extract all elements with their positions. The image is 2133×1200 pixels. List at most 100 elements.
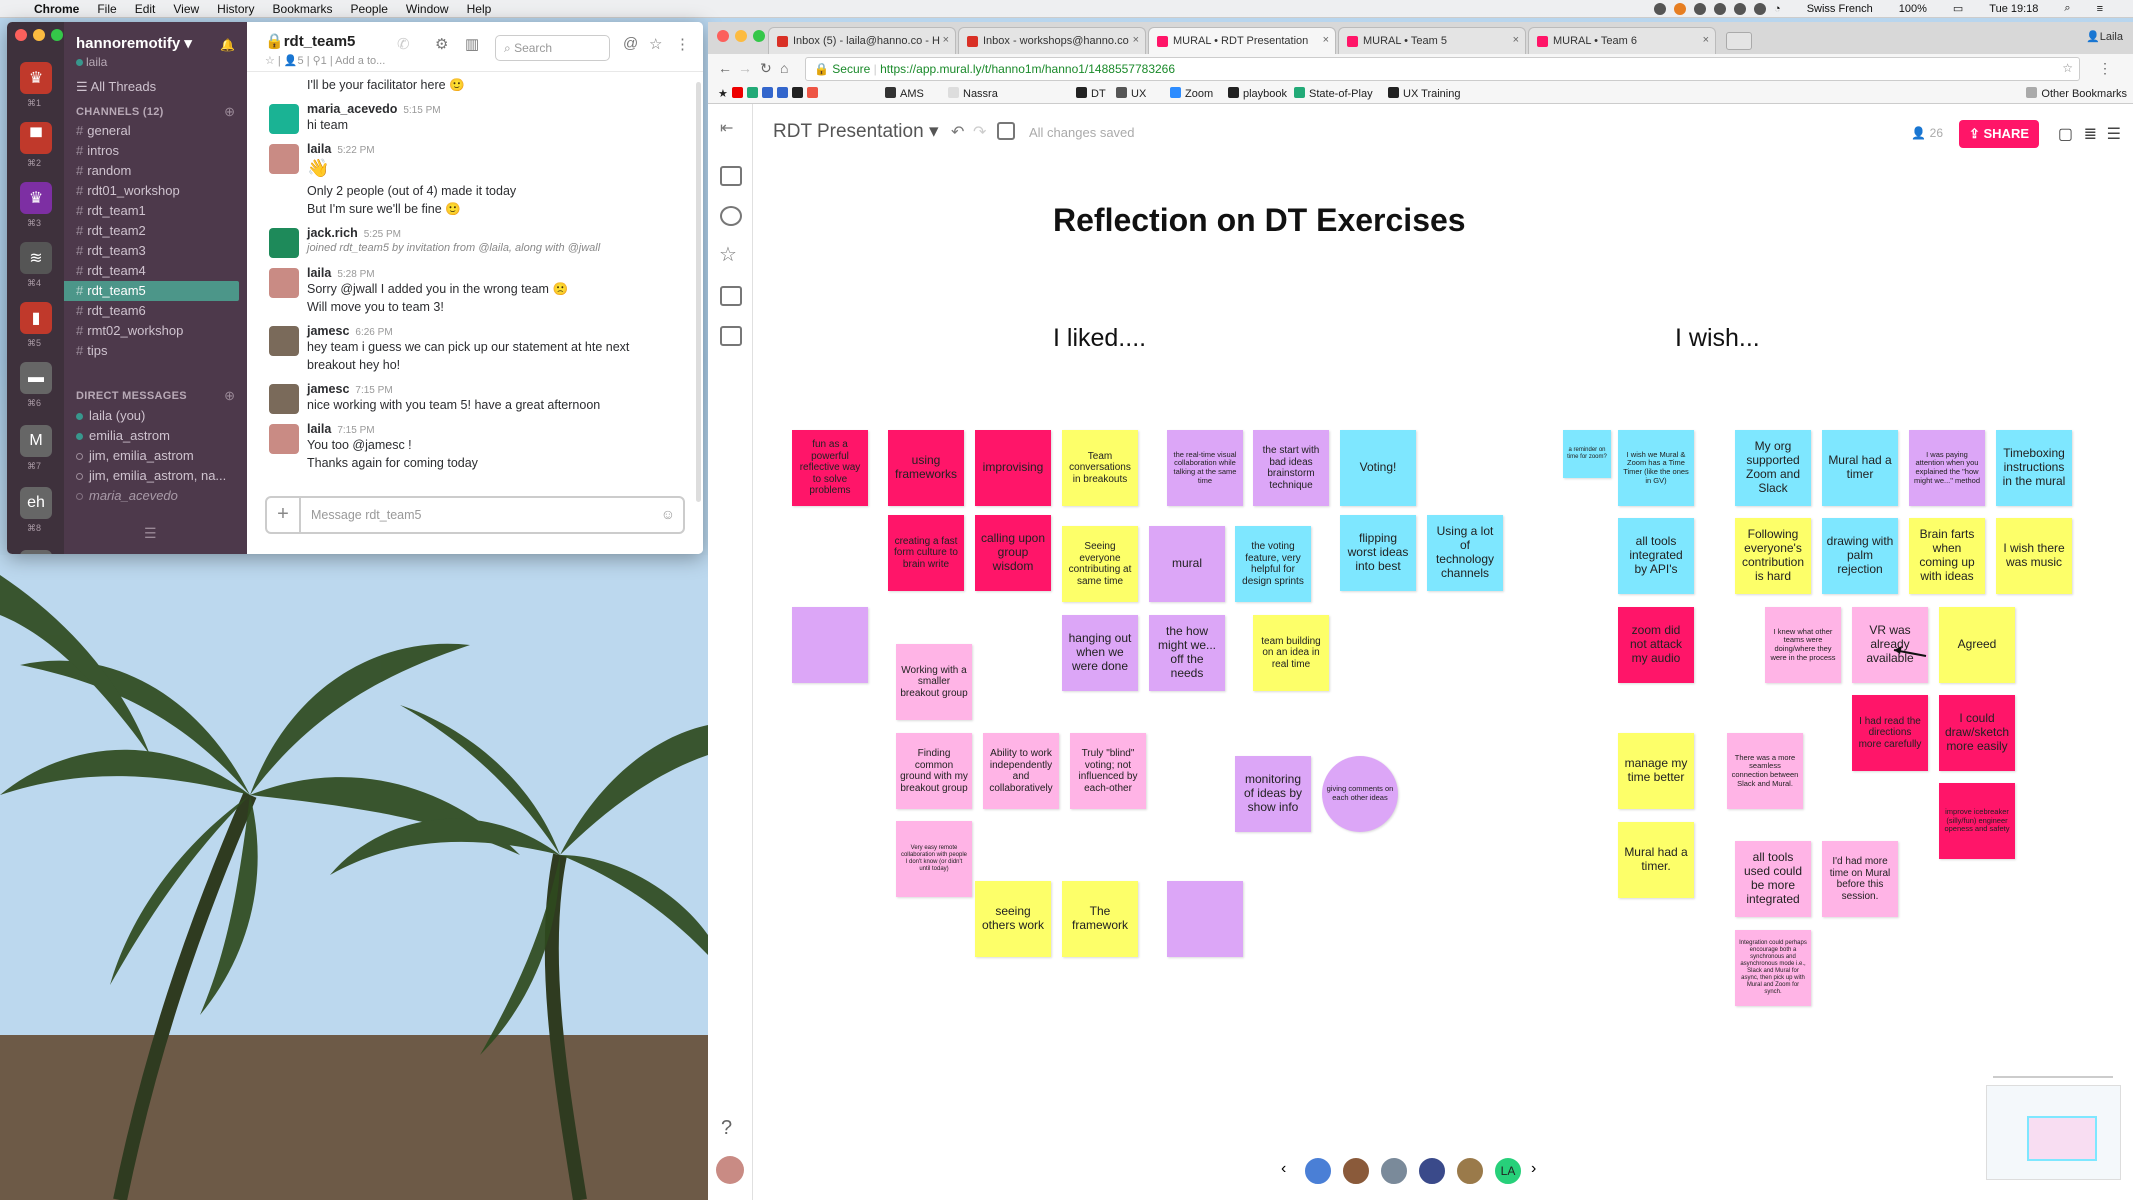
sticky-note[interactable]: Integration could perhaps encourage both…	[1735, 930, 1811, 1006]
author-name[interactable]: jamesc	[307, 324, 349, 338]
outline-list-icon[interactable]: ☰	[2107, 124, 2121, 144]
channel-item[interactable]: # rdt_team3	[76, 241, 146, 261]
author-name[interactable]: jamesc	[307, 382, 349, 396]
message-time[interactable]: 6:26 PM	[355, 327, 392, 338]
search-input[interactable]: ⌕ Search	[495, 35, 610, 61]
sticky-note[interactable]: drawing with palm rejection	[1822, 518, 1898, 594]
sticky-note[interactable]: Finding common ground with my breakout g…	[896, 733, 972, 809]
author-name[interactable]: jack.rich	[307, 226, 358, 240]
sticky-note[interactable]: a reminder on time for zoom?	[1563, 430, 1611, 478]
dm-item[interactable]: jim, emilia_astrom	[76, 446, 194, 466]
sticky-note[interactable]: all tools integrated by API's	[1618, 518, 1694, 594]
extensions-menu-icon[interactable]: ⋮	[2098, 60, 2112, 77]
avatar[interactable]	[269, 384, 299, 414]
status-icon[interactable]	[1754, 2, 1767, 15]
channel-item[interactable]: # rdt01_workshop	[76, 181, 180, 201]
sticky-note[interactable]	[792, 607, 868, 683]
sticky-note[interactable]: fun as a powerful reflective way to solv…	[792, 430, 868, 506]
sticky-note[interactable]: monitoring of ideas by show info	[1235, 756, 1311, 832]
sticky-note[interactable]: Working with a smaller breakout group	[896, 644, 972, 720]
clock[interactable]: Tue 19:18	[1989, 3, 2038, 15]
quick-switcher-icon[interactable]: ☰	[144, 525, 157, 542]
star-icon[interactable]: ☆	[649, 35, 662, 53]
status-icon[interactable]	[1714, 2, 1727, 15]
channel-item[interactable]: # rdt_team1	[76, 201, 146, 221]
close-tab-icon[interactable]: ×	[1323, 34, 1329, 46]
sticky-note[interactable]: I could draw/sketch more easily	[1939, 695, 2015, 771]
bookmark-dt[interactable]: DT	[1076, 87, 1106, 100]
notification-center-icon[interactable]: ≡	[2097, 3, 2103, 15]
browser-tab[interactable]: MURAL • Team 6 ×	[1528, 27, 1716, 54]
author-name[interactable]: maria_acevedo	[307, 102, 397, 116]
gear-icon[interactable]: ⚙	[435, 35, 448, 53]
address-bar[interactable]: 🔒 Secure | https://app.mural.ly/t/hanno1…	[805, 57, 2080, 81]
participant-avatar[interactable]	[1341, 1156, 1371, 1186]
image-tool-icon[interactable]	[720, 326, 742, 346]
workspace-icon[interactable]: eh	[20, 487, 52, 519]
bookmark-zoom[interactable]: Zoom	[1170, 87, 1213, 100]
reload-button[interactable]: ↻	[760, 60, 772, 77]
sticky-note[interactable]	[1167, 881, 1243, 957]
sticky-note[interactable]: flipping worst ideas into best	[1340, 515, 1416, 591]
browser-tab[interactable]: Inbox - workshops@hanno.co ×	[958, 27, 1146, 54]
sticky-note[interactable]: Mural had a timer	[1822, 430, 1898, 506]
menu-view[interactable]: View	[173, 2, 199, 16]
sticky-note[interactable]: zoom did not attack my audio	[1618, 607, 1694, 683]
sticky-note[interactable]: Team conversations in breakouts	[1062, 430, 1138, 506]
dm-item[interactable]: laila (you)	[76, 406, 145, 426]
message-time[interactable]: 5:28 PM	[337, 269, 374, 280]
browser-tab[interactable]: MURAL • Team 5 ×	[1338, 27, 1526, 54]
message-author[interactable]: laila 5:28 PM	[307, 266, 375, 280]
dm-item[interactable]: jim, emilia_astrom, na...	[76, 466, 226, 486]
more-icon[interactable]: ⋮	[675, 35, 690, 53]
zoom-window-button[interactable]	[51, 29, 63, 41]
menu-window[interactable]: Window	[406, 2, 449, 16]
close-tab-icon[interactable]: ×	[943, 34, 949, 46]
all-threads-link[interactable]: ☰ All Threads	[76, 79, 156, 95]
workspace-icon[interactable]: ♛	[20, 182, 52, 214]
sticky-note[interactable]: Truly "blind" voting; not influenced by …	[1070, 733, 1146, 809]
sticky-note[interactable]: I had read the directions more carefully	[1852, 695, 1928, 771]
message-author[interactable]: laila 5:22 PM	[307, 142, 375, 156]
menu-history[interactable]: History	[217, 2, 254, 16]
author-name[interactable]: laila	[307, 142, 331, 156]
battery-percent[interactable]: 100%	[1899, 3, 1927, 15]
activity-icon[interactable]: ≣	[2084, 124, 2097, 144]
forward-button[interactable]: →	[738, 60, 752, 76]
sticky-note[interactable]: Ability to work independently and collab…	[983, 733, 1059, 809]
sticky-note[interactable]: creating a fast form culture to brain wr…	[888, 515, 964, 591]
sticky-note[interactable]: improve icebreaker (silly/fun) engineer …	[1939, 783, 2015, 859]
share-button[interactable]: ⇪ SHARE	[1959, 120, 2039, 148]
sticky-note[interactable]: Following everyone's contribution is har…	[1735, 518, 1811, 594]
bookmark-star-icon[interactable]: ☆	[2062, 61, 2073, 75]
browser-tab[interactable]: MURAL • RDT Presentation ×	[1148, 27, 1336, 54]
dm-item[interactable]: emilia_astrom	[76, 426, 170, 446]
channel-item[interactable]: # rdt_team6	[76, 301, 146, 321]
author-name[interactable]: laila	[307, 422, 331, 436]
sticky-note[interactable]: giving comments on each other ideas	[1322, 756, 1398, 832]
channel-item[interactable]: # rdt_team5	[64, 281, 239, 301]
minimap-viewport[interactable]	[2027, 1116, 2097, 1161]
mural-canvas[interactable]: Reflection on DT Exercises I liked.... I…	[753, 164, 2133, 1200]
close-tab-icon[interactable]: ×	[1513, 34, 1519, 46]
sticky-note[interactable]: I was paying attention when you explaine…	[1909, 430, 1985, 506]
sidebar-toggle-icon[interactable]: ▥	[465, 35, 479, 53]
online-users[interactable]: 👤 26	[1911, 126, 1943, 140]
sticky-note[interactable]: team building on an idea in real time	[1253, 615, 1329, 691]
sticky-note[interactable]: the start with bad ideas brainstorm tech…	[1253, 430, 1329, 506]
sticky-note[interactable]: the how might we... off the needs	[1149, 615, 1225, 691]
scrollbar[interactable]	[696, 82, 701, 502]
add-channel-icon[interactable]: ⊕	[224, 104, 235, 120]
outline-icon[interactable]	[997, 122, 1015, 140]
sticky-note[interactable]: mural	[1149, 526, 1225, 602]
sticky-note[interactable]: Seeing everyone contributing at same tim…	[1062, 526, 1138, 602]
minimap[interactable]	[1986, 1085, 2121, 1180]
bookmark-nassra[interactable]: Nassra	[948, 87, 998, 100]
zoom-slider[interactable]	[1993, 1076, 2113, 1078]
bookmark-ux-training[interactable]: UX Training	[1388, 87, 1460, 100]
bookmark-star-icon[interactable]: ★	[718, 87, 728, 100]
status-icon[interactable]	[1654, 2, 1667, 15]
channel-item[interactable]: # rmt02_workshop	[76, 321, 183, 341]
sticky-note[interactable]: Brain farts when coming up with ideas	[1909, 518, 1985, 594]
menu-app-name[interactable]: Chrome	[34, 2, 79, 16]
